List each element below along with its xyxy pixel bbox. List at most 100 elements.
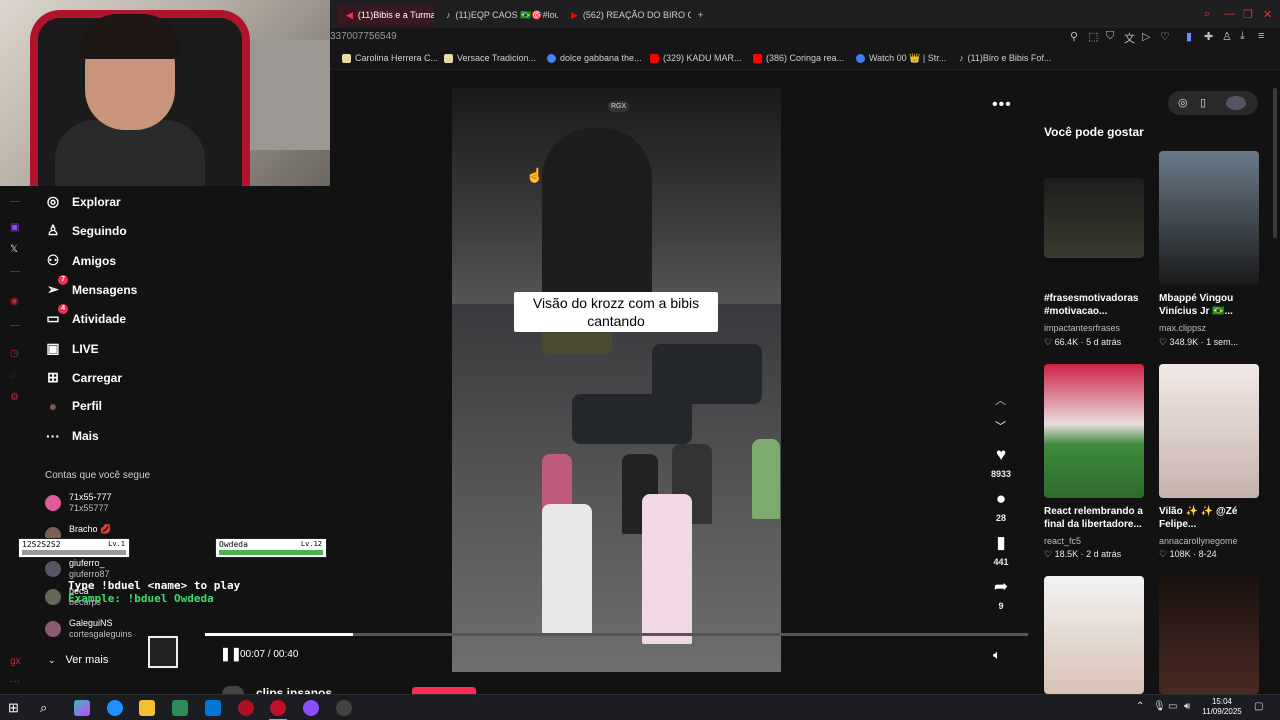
tab-eqp-caos[interactable]: ♪ (11)EQP CAOS 🇧🇷🎯#loud... <box>438 5 558 25</box>
bookmark-item[interactable]: Carolina Herrera C... <box>342 53 438 63</box>
nav-seguindo[interactable]: ♙ Seguindo <box>44 222 127 239</box>
chat-icon[interactable]: ◌ <box>10 370 16 381</box>
tab-reacao[interactable]: ▶ (562) REAÇÃO DO BIRO C... <box>563 5 691 25</box>
opera-gx-icon[interactable] <box>270 700 286 716</box>
bookmark-item[interactable]: ♪ (11)Biro e Bibis Fof... <box>959 53 1051 63</box>
bookmark-item[interactable]: dolce gabbana the... <box>547 53 642 63</box>
suggestion-title[interactable]: Mbappé Vingou Vinícius Jr 🇧🇷... <box>1159 292 1269 318</box>
suggestion-thumbnail[interactable] <box>1159 576 1259 694</box>
folder-icon[interactable] <box>139 700 155 716</box>
maximize-icon[interactable]: ❐ <box>1243 8 1253 21</box>
user-avatar[interactable] <box>1226 96 1246 110</box>
screenshot-icon[interactable]: ⬚ <box>1088 30 1098 43</box>
heart-icon[interactable]: ♡ <box>1160 30 1170 43</box>
extension-icon[interactable]: ▮ <box>1186 30 1192 43</box>
play-icon[interactable]: ▷ <box>1142 30 1150 43</box>
close-icon[interactable]: ✕ <box>1263 8 1272 21</box>
nav-amigos[interactable]: ⚇ Amigos <box>44 252 116 269</box>
nav-carregar[interactable]: ⊞ Carregar <box>44 369 122 386</box>
suggestion-user[interactable]: impactantesrfrases <box>1044 323 1120 333</box>
video-player[interactable]: Visão do krozz com a bibis cantando <box>452 88 781 672</box>
follow-button[interactable] <box>412 687 476 694</box>
account-item[interactable]: giuferro_ giuferro87 <box>45 558 110 580</box>
bookmark-item[interactable]: (329) KADU MAR... <box>650 53 742 63</box>
address-text[interactable]: 337007756549 <box>330 31 397 42</box>
twitch-icon[interactable]: ▣ <box>10 222 19 233</box>
app-icon[interactable] <box>336 700 352 716</box>
suggestion-thumbnail[interactable] <box>1044 178 1144 258</box>
search-icon[interactable]: ⌕ <box>1204 8 1210 21</box>
clock-icon[interactable]: ◷ <box>10 348 19 359</box>
chevron-down-icon[interactable]: ﹀ <box>995 418 1006 434</box>
suggestion-title[interactable]: Vilão ✨ ✨ @Zé Felipe... <box>1159 505 1269 531</box>
gx-icon[interactable]: gx <box>10 656 21 667</box>
like-action[interactable]: ♥ 8933 <box>985 445 1017 479</box>
shield-icon[interactable]: ⛉ <box>1106 30 1114 43</box>
suggestion-title[interactable]: React relembrando a final da libertadore… <box>1044 505 1154 531</box>
dash-icon[interactable]: — <box>10 196 20 207</box>
creator-avatar[interactable] <box>222 686 244 694</box>
phone-icon[interactable]: ▯ <box>1200 96 1206 109</box>
play-circle-icon[interactable]: ◉ <box>10 296 19 307</box>
nav-explorar[interactable]: ◎ Explorar <box>44 193 121 210</box>
account-item[interactable]: GaleguiNS cortesgaleguins <box>45 618 132 640</box>
scrollbar[interactable] <box>1273 88 1277 238</box>
nav-perfil[interactable]: ● Perfil <box>44 398 102 414</box>
search-icon[interactable]: ⌕ <box>40 700 56 716</box>
more-options-icon[interactable]: ••• <box>992 96 1012 114</box>
volume-icon[interactable]: 🔊︎ <box>1184 701 1190 712</box>
suggestion-thumbnail[interactable] <box>1044 576 1144 694</box>
suggestion-user[interactable]: max.clippsz <box>1159 323 1206 333</box>
save-action[interactable]: ▮ 441 <box>985 533 1017 567</box>
suggestion-thumbnail[interactable] <box>1159 364 1259 498</box>
bookmark-item[interactable]: Watch 00 👑 | Str... <box>856 53 946 64</box>
video-progress-bar[interactable] <box>205 633 1028 636</box>
outlook-icon[interactable] <box>205 700 221 716</box>
volume-icon[interactable]: 🔈︎ <box>993 647 1001 663</box>
settings-icon[interactable]: ⚙ <box>10 392 19 403</box>
share-action[interactable]: ➦ 9 <box>985 577 1017 611</box>
dash-icon[interactable]: — <box>10 266 20 277</box>
edge-icon[interactable] <box>107 700 123 716</box>
nav-mensagens[interactable]: ➢ 7 Mensagens <box>44 275 137 298</box>
suggestion-thumbnail[interactable] <box>1159 151 1259 285</box>
account-item[interactable]: 71x55-777 71x55777 <box>45 492 112 514</box>
mic-icon[interactable]: 🎙︎ <box>1153 701 1166 712</box>
minimize-icon[interactable]: — <box>1224 8 1235 20</box>
bookmark-item[interactable]: (386) Coringa rea... <box>753 53 844 63</box>
store-icon[interactable] <box>172 700 188 716</box>
bookmark-item[interactable]: Versace Tradicion... <box>444 53 536 63</box>
opera-icon[interactable] <box>238 700 254 716</box>
translate-icon[interactable]: 文 <box>1124 30 1135 46</box>
menu-icon[interactable]: ≡ <box>1258 30 1264 42</box>
chevron-up-icon[interactable]: ⌃ <box>1136 701 1144 712</box>
account-icon[interactable]: ♙ <box>1222 30 1232 43</box>
character-shape <box>752 439 780 519</box>
pin-icon[interactable]: ⚲ <box>1070 30 1078 43</box>
pause-icon[interactable]: ❚❚ <box>220 646 242 662</box>
puzzle-icon[interactable]: ✚ <box>1204 30 1213 43</box>
suggestion-user[interactable]: react_fc5 <box>1044 536 1081 546</box>
nav-atividade[interactable]: ▭ 4 Atividade <box>44 304 126 327</box>
dash-icon[interactable]: — <box>10 320 20 331</box>
suggestion-thumbnail[interactable] <box>1044 364 1144 498</box>
chevron-up-icon[interactable]: ︿ <box>995 392 1006 408</box>
x-icon[interactable]: 𝕏 <box>10 244 18 255</box>
nav-mais[interactable]: ··· Mais <box>44 428 99 444</box>
comment-action[interactable]: ● 28 <box>985 489 1017 523</box>
copilot-icon[interactable] <box>74 700 90 716</box>
network-icon[interactable]: ▭ <box>1168 701 1177 712</box>
see-more-button[interactable]: ⌄ Ver mais <box>48 654 108 666</box>
windows-start-icon[interactable]: ⊞ <box>8 700 24 716</box>
suggestion-title[interactable]: #frasesmotivadoras #motivacao... <box>1044 292 1154 318</box>
tab-bibis[interactable]: ◀ (11)Bibis e a Turma da... <box>338 5 434 25</box>
app-icon[interactable] <box>303 700 319 716</box>
more-icon[interactable]: ··· <box>10 676 20 687</box>
compass-icon[interactable]: ◎ <box>1178 96 1188 109</box>
notification-icon[interactable]: ▢ <box>1254 701 1263 712</box>
clock[interactable]: 15:04 11/09/2025 <box>1200 697 1244 717</box>
suggestion-user[interactable]: annacarollynegome <box>1159 536 1238 546</box>
nav-live[interactable]: ▣ LIVE <box>44 340 98 357</box>
new-tab-button[interactable]: + <box>690 5 710 25</box>
download-icon[interactable]: ⤓ <box>1240 30 1245 43</box>
